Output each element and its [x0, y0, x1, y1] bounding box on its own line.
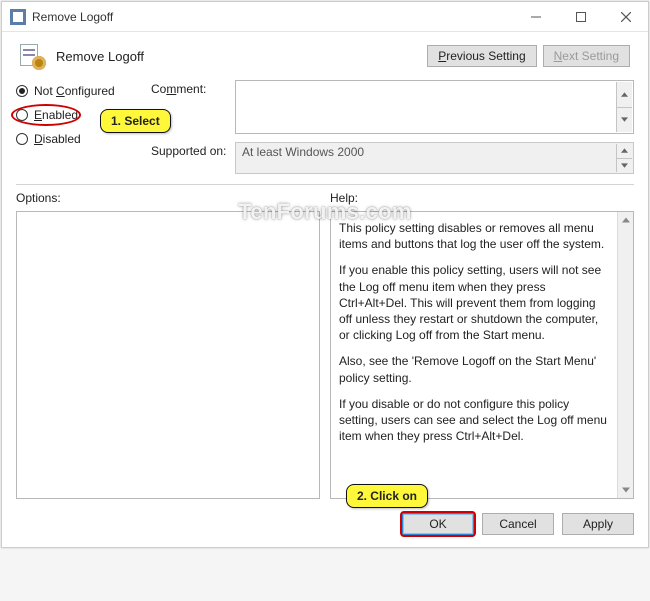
scroll-up-button[interactable] — [616, 144, 632, 158]
apply-label-rest: pply — [591, 517, 613, 531]
radio-icon — [16, 109, 28, 121]
next-label-rest: ext Setting — [562, 49, 619, 63]
help-paragraph: If you disable or do not configure this … — [339, 396, 611, 445]
ok-button[interactable]: OK — [402, 513, 474, 535]
apply-button[interactable]: Apply — [562, 513, 634, 535]
window-title: Remove Logoff — [32, 10, 513, 24]
help-paragraph: This policy setting disables or removes … — [339, 220, 611, 252]
window-controls — [513, 2, 648, 31]
scroll-down-button[interactable] — [616, 158, 632, 173]
title-bar: Remove Logoff — [2, 2, 648, 32]
comment-label: Comment: — [151, 80, 235, 96]
app-icon — [10, 9, 26, 25]
next-setting-button[interactable]: Next Setting — [543, 45, 630, 67]
help-paragraph: If you enable this policy setting, users… — [339, 262, 611, 343]
minimize-button[interactable] — [513, 2, 558, 31]
radio-disabled[interactable]: Disabled — [16, 132, 151, 146]
annotation-callout-click: 2. Click on — [346, 484, 428, 508]
help-paragraph: Also, see the 'Remove Logoff on the Star… — [339, 353, 611, 385]
ok-label: OK — [429, 517, 446, 531]
options-pane — [16, 211, 320, 499]
maximize-button[interactable] — [558, 2, 603, 31]
help-scrollbar[interactable] — [617, 212, 633, 498]
radio-icon — [16, 85, 28, 97]
scroll-down-button[interactable] — [616, 107, 632, 133]
comment-scroll — [616, 82, 632, 132]
supported-on-box: At least Windows 2000 — [235, 142, 634, 174]
supported-scroll — [616, 144, 632, 172]
scroll-track[interactable] — [618, 228, 633, 482]
annotation-callout-select: 1. Select — [100, 109, 171, 133]
radio-icon — [16, 133, 28, 145]
header-row: Remove Logoff Previous Setting Next Sett… — [2, 32, 648, 74]
radio-not-configured[interactable]: Not Configured — [16, 84, 151, 98]
scroll-down-icon[interactable] — [618, 482, 633, 498]
scroll-up-button[interactable] — [616, 82, 632, 107]
prev-label-rest: revious Setting — [446, 49, 525, 63]
policy-title: Remove Logoff — [56, 49, 427, 64]
policy-icon — [16, 42, 48, 70]
close-button[interactable] — [603, 2, 648, 31]
supported-on-value: At least Windows 2000 — [242, 145, 364, 159]
options-label: Options: — [16, 191, 320, 205]
help-pane: This policy setting disables or removes … — [330, 211, 634, 499]
help-label: Help: — [330, 191, 634, 205]
previous-setting-button[interactable]: Previous Setting — [427, 45, 536, 67]
cancel-button[interactable]: Cancel — [482, 513, 554, 535]
scroll-up-icon[interactable] — [618, 212, 633, 228]
cancel-label: Cancel — [499, 517, 536, 531]
supported-on-label: Supported on: — [151, 142, 235, 158]
comment-textarea[interactable] — [235, 80, 634, 134]
